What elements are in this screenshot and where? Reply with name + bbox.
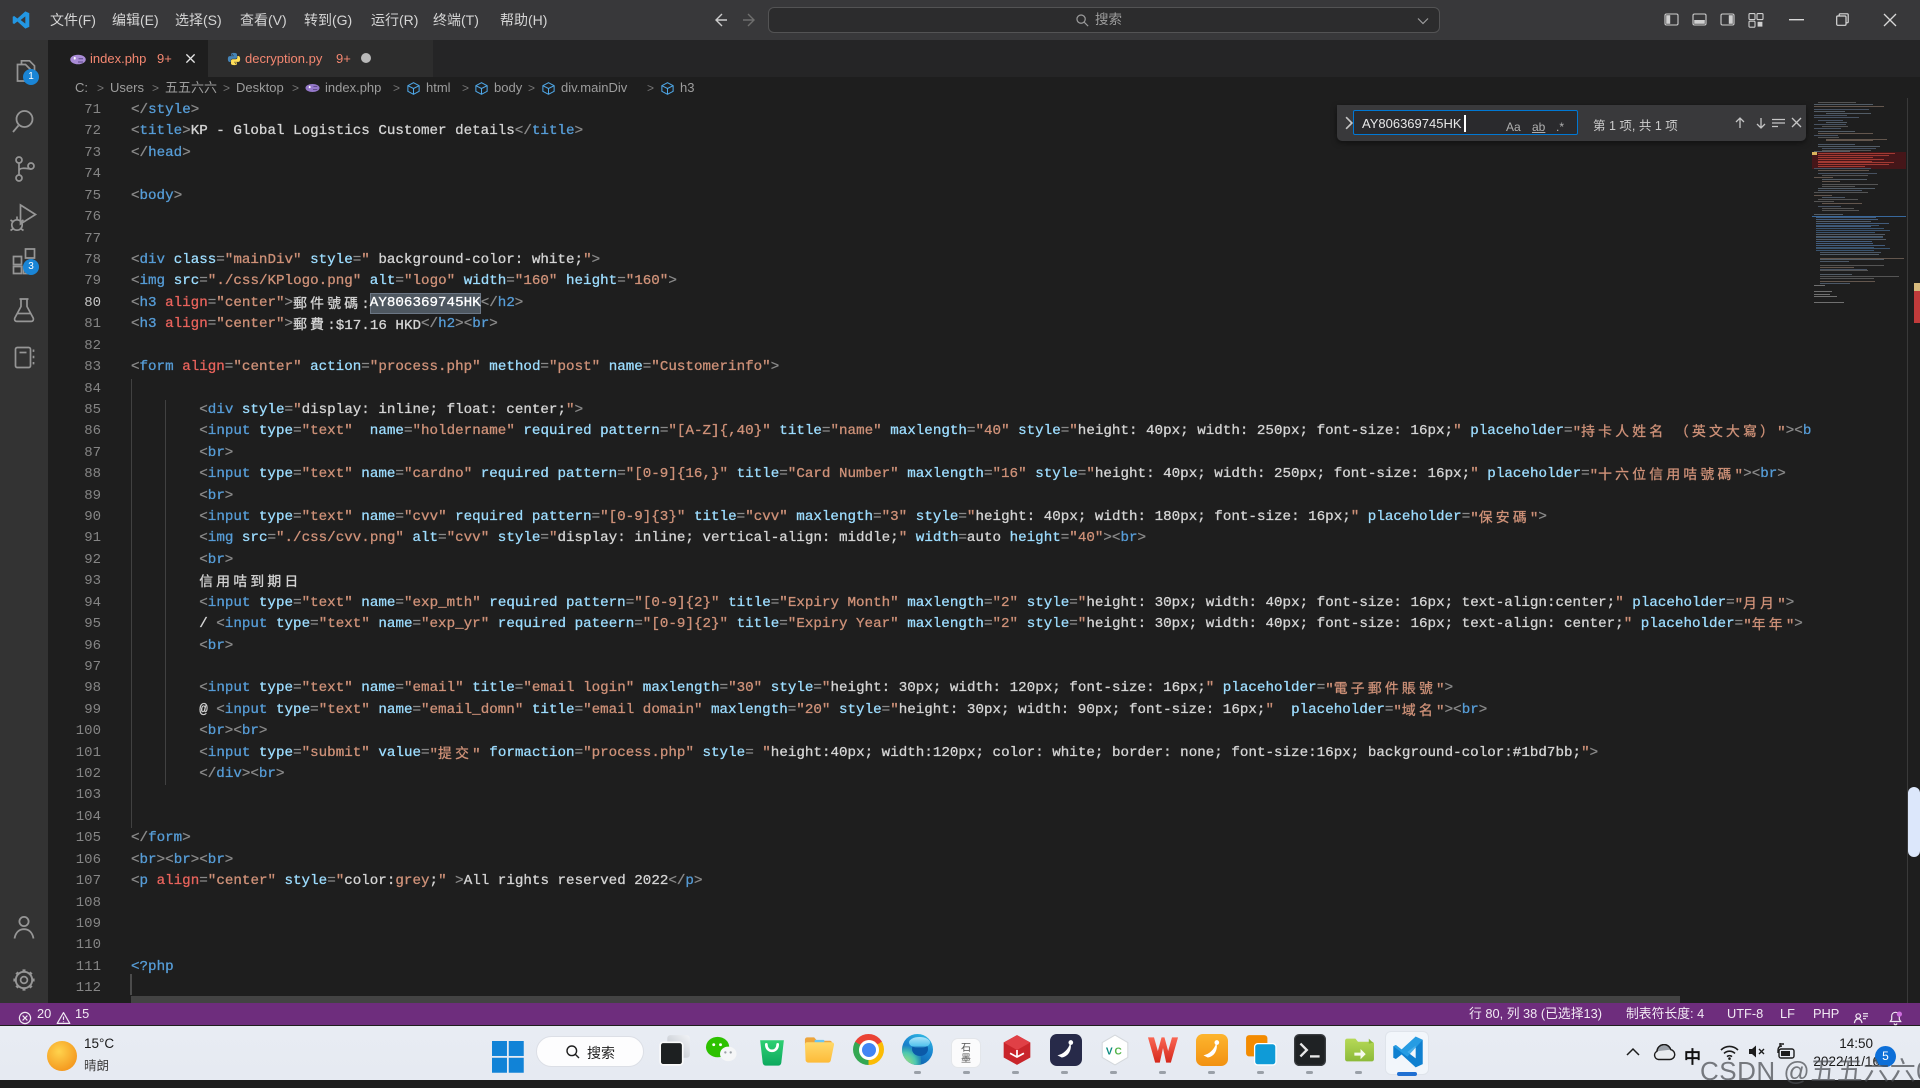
svg-text:V: V [1106,1046,1113,1057]
svg-text:C: C [1114,1046,1122,1057]
